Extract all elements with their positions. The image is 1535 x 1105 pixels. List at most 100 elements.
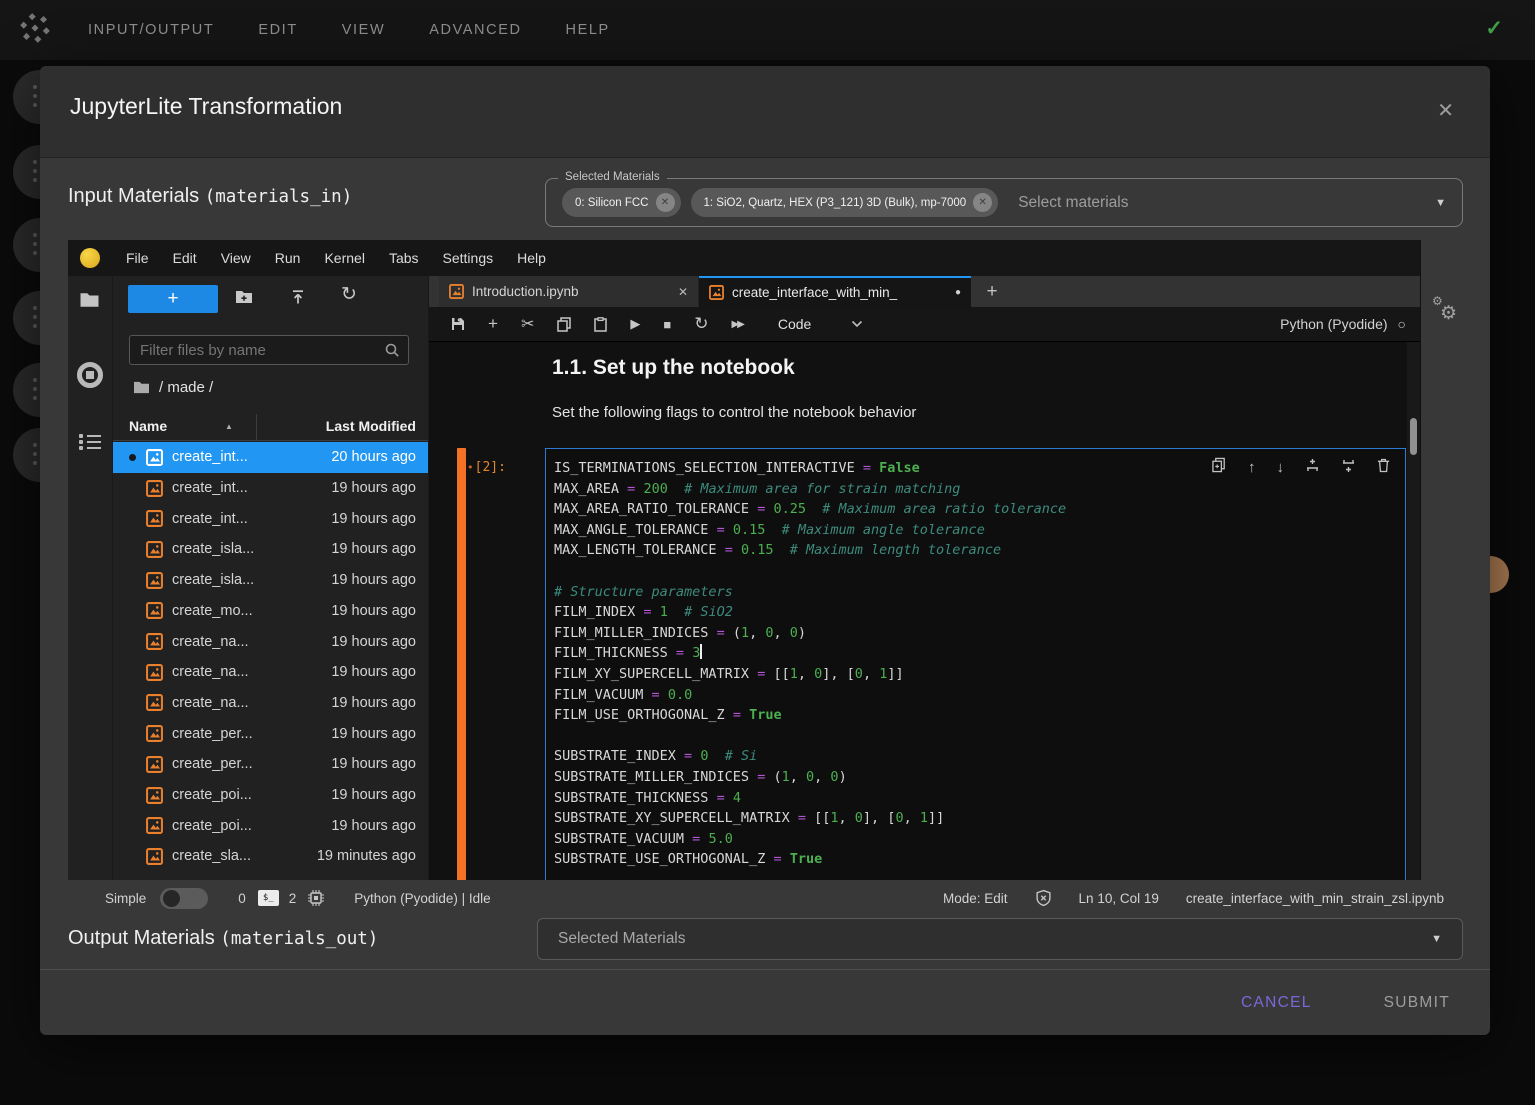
close-tab-icon[interactable]: ✕ — [678, 285, 688, 299]
modified-column-header[interactable]: Last Modified — [326, 418, 416, 434]
new-launcher-button[interactable]: + — [128, 285, 218, 313]
file-row[interactable]: create_na...19 hours ago — [113, 626, 428, 657]
output-materials-select[interactable]: Selected Materials ▼ — [537, 918, 1463, 960]
unsaved-indicator-icon[interactable]: ● — [955, 287, 961, 298]
filter-files-input[interactable] — [130, 336, 408, 364]
restart-run-all-icon[interactable]: ▶▶ — [731, 319, 742, 330]
code-line — [554, 726, 1397, 747]
file-row[interactable]: create_poi...19 hours ago — [113, 810, 428, 841]
remove-chip-icon[interactable]: ✕ — [973, 193, 992, 212]
filter-files-field[interactable] — [129, 335, 409, 365]
move-cell-down-icon[interactable]: ↓ — [1277, 459, 1285, 476]
scrollbar-thumb[interactable] — [1410, 418, 1417, 455]
file-row[interactable]: create_int...19 hours ago — [113, 503, 428, 534]
cell-collapser[interactable] — [457, 448, 466, 880]
code-line: MAX_AREA = 200 # Maximum area for strain… — [554, 479, 1397, 500]
file-row[interactable]: create_mo...19 hours ago — [113, 596, 428, 627]
settings-gears-icon[interactable]: ⚙⚙ — [1432, 296, 1462, 326]
chevron-down-icon[interactable]: ▼ — [1431, 933, 1442, 945]
app-menu-view[interactable]: VIEW — [342, 22, 385, 38]
breadcrumb[interactable]: / made / — [133, 379, 213, 396]
file-name: create_int... — [172, 511, 248, 527]
scrollbar[interactable] — [1407, 342, 1420, 880]
stop-icon[interactable]: ■ — [663, 317, 671, 332]
app-menu-input-output[interactable]: INPUT/OUTPUT — [88, 22, 214, 38]
status-filename: create_interface_with_min_strain_zsl.ipy… — [1186, 891, 1444, 906]
submit-button[interactable]: SUBMIT — [1372, 986, 1462, 1020]
cut-icon[interactable]: ✂ — [521, 314, 534, 334]
tab-label: create_interface_with_min_ — [732, 285, 897, 300]
material-chip[interactable]: 1: SiO2, Quartz, HEX (P3_121) 3D (Bulk),… — [691, 188, 999, 217]
remove-chip-icon[interactable]: ✕ — [656, 193, 675, 212]
insert-cell-below-icon[interactable] — [1341, 458, 1356, 477]
chevron-down-icon[interactable] — [851, 315, 863, 333]
kernel-status-text[interactable]: Python (Pyodide) | Idle — [354, 891, 490, 906]
file-row[interactable]: create_na...19 hours ago — [113, 688, 428, 719]
insert-cell-above-icon[interactable] — [1305, 458, 1320, 477]
lab-menu-view[interactable]: View — [209, 250, 263, 266]
dialog-title: JupyterLite Transformation — [70, 93, 342, 120]
lab-menu-run[interactable]: Run — [263, 250, 313, 266]
save-icon[interactable] — [451, 317, 465, 331]
file-row[interactable]: create_poi...19 hours ago — [113, 780, 428, 811]
cursor-position[interactable]: Ln 10, Col 19 — [1079, 891, 1159, 906]
new-tab-icon[interactable]: + — [971, 276, 1013, 307]
file-row[interactable]: create_int...20 hours ago — [113, 442, 428, 473]
simple-mode-toggle[interactable] — [160, 888, 208, 909]
file-row[interactable]: create_int...19 hours ago — [113, 473, 428, 504]
output-materials-label: Output Materials (materials_out) — [68, 927, 378, 950]
code-line: SUBSTRATE_THICKNESS = 4 — [554, 788, 1397, 809]
file-modified-time: 19 hours ago — [331, 541, 416, 557]
lab-menu-file[interactable]: File — [114, 250, 161, 266]
delete-cell-icon[interactable] — [1377, 458, 1390, 477]
copy-icon[interactable] — [557, 317, 571, 332]
cancel-button[interactable]: CANCEL — [1229, 986, 1324, 1020]
paste-icon[interactable] — [594, 317, 607, 332]
file-row[interactable]: create_per...19 hours ago — [113, 718, 428, 749]
lab-menu-help[interactable]: Help — [505, 250, 558, 266]
file-name: create_per... — [172, 726, 253, 742]
refresh-icon[interactable]: ↻ — [341, 283, 357, 306]
app-bar: INPUT/OUTPUTEDITVIEWADVANCEDHELP ✓ — [0, 0, 1535, 60]
file-row[interactable]: create_sla...19 minutes ago — [113, 841, 428, 872]
notebook-file-icon — [146, 541, 163, 558]
file-name: create_per... — [172, 756, 253, 772]
insert-cell-icon[interactable]: + — [488, 314, 498, 334]
duplicate-cell-icon[interactable] — [1212, 457, 1227, 477]
code-line: FILM_MILLER_INDICES = (1, 0, 0) — [554, 623, 1397, 644]
app-menu-edit[interactable]: EDIT — [258, 22, 297, 38]
lab-menu-settings[interactable]: Settings — [431, 250, 506, 266]
app-menu-help[interactable]: HELP — [566, 22, 610, 38]
input-materials-select[interactable]: Selected Materials 0: Silicon FCC✕1: SiO… — [545, 178, 1463, 227]
tab-inactive[interactable]: Introduction.ipynb✕ — [439, 276, 699, 307]
table-of-contents-icon[interactable] — [79, 434, 101, 450]
running-sessions-icon[interactable] — [77, 362, 103, 388]
lab-menu-kernel[interactable]: Kernel — [312, 250, 376, 266]
code-editor[interactable]: IS_TERMINATIONS_SELECTION_INTERACTIVE = … — [545, 448, 1406, 880]
lab-sidebar-strip — [68, 276, 113, 880]
file-browser-tab-icon[interactable] — [79, 291, 100, 314]
material-chip[interactable]: 0: Silicon FCC✕ — [562, 188, 681, 217]
notebook-panel: Introduction.ipynb✕create_interface_with… — [429, 276, 1420, 880]
file-row[interactable]: create_per...19 hours ago — [113, 749, 428, 780]
tab-active[interactable]: create_interface_with_min_ ● — [699, 276, 971, 307]
close-icon[interactable]: ✕ — [1437, 98, 1454, 123]
lab-menu-edit[interactable]: Edit — [161, 250, 209, 266]
chevron-down-icon[interactable]: ▼ — [1435, 197, 1446, 209]
file-row[interactable]: create_na...19 hours ago — [113, 657, 428, 688]
move-cell-up-icon[interactable]: ↑ — [1248, 459, 1256, 476]
app-menu-advanced[interactable]: ADVANCED — [429, 22, 521, 38]
name-column-header[interactable]: Name — [129, 418, 167, 434]
file-row[interactable]: create_isla...19 hours ago — [113, 565, 428, 596]
kernel-name[interactable]: Python (Pyodide) ○ — [1280, 316, 1406, 332]
notebook-file-icon — [146, 725, 163, 742]
file-row[interactable]: create_isla...19 hours ago — [113, 534, 428, 565]
notebook-content: 1.1. Set up the notebook Set the followi… — [429, 342, 1420, 880]
upload-icon[interactable] — [290, 289, 306, 310]
restart-kernel-icon[interactable]: ↻ — [694, 314, 708, 334]
lab-menu-tabs[interactable]: Tabs — [377, 250, 431, 266]
run-icon[interactable]: ▶ — [630, 316, 640, 332]
file-name: create_int... — [172, 449, 248, 465]
new-folder-icon[interactable] — [235, 289, 253, 310]
cell-type-select[interactable]: Code — [778, 316, 811, 332]
